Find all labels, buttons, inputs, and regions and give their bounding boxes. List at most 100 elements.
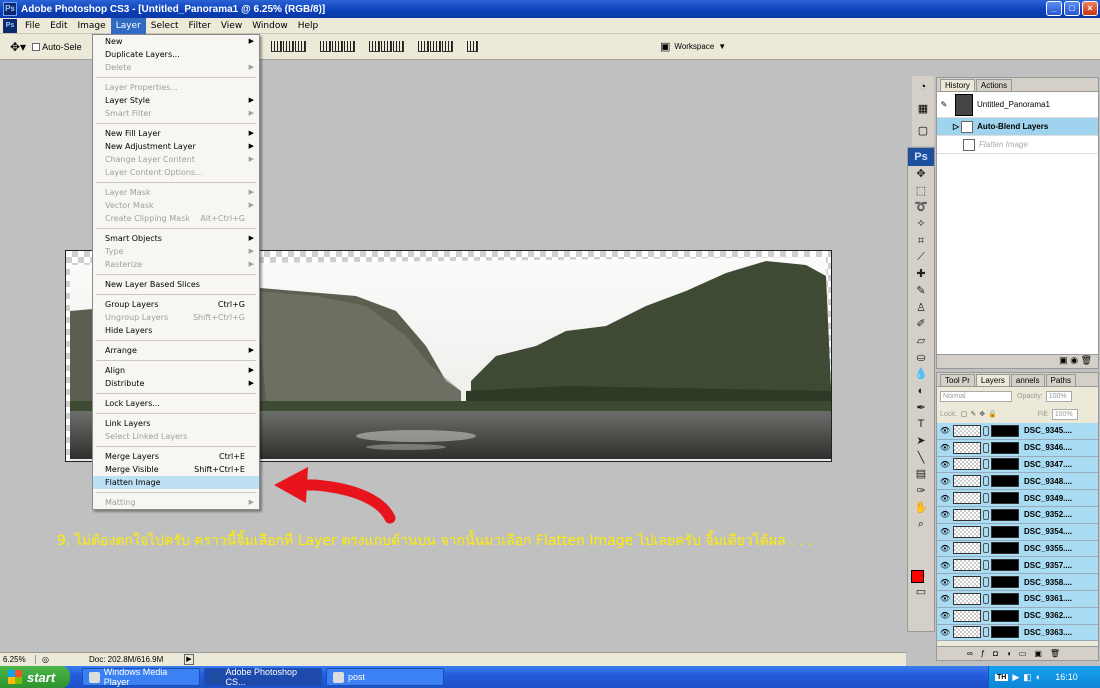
menu-item-align[interactable]: Align ▶ (93, 364, 259, 377)
layer-mask-thumbnail[interactable] (991, 542, 1019, 555)
move-tool-icon[interactable]: ✥ (908, 166, 934, 183)
menu-view[interactable]: View (216, 18, 247, 34)
layer-mask-thumbnail[interactable] (991, 592, 1019, 605)
new-layer-icon[interactable]: ▣ (1034, 649, 1050, 658)
marquee-tool-icon[interactable]: ⬚ (908, 183, 934, 200)
mask-link-icon[interactable] (983, 459, 989, 470)
visibility-eye-icon[interactable]: 👁 (937, 578, 953, 587)
menu-item-lock-layers[interactable]: Lock Layers... (93, 397, 259, 410)
mask-link-icon[interactable] (983, 509, 989, 520)
menu-item-flatten-image[interactable]: Flatten Image (93, 476, 259, 489)
foreground-color-swatch[interactable] (911, 570, 924, 583)
distribute-top-icon[interactable] (369, 41, 381, 52)
eraser-tool-icon[interactable]: ▱ (908, 333, 934, 350)
layer-row[interactable]: 👁 DSC_9355.... (937, 540, 1098, 558)
menu-edit[interactable]: Edit (45, 18, 72, 34)
visibility-eye-icon[interactable]: 👁 (937, 460, 953, 469)
layer-row[interactable]: 👁 DSC_9347.... (937, 456, 1098, 474)
lock-icons[interactable]: ▢✎✥🔒 (961, 410, 1000, 418)
trash-icon[interactable]: 🗑 (1081, 355, 1092, 365)
menu-filter[interactable]: Filter (184, 18, 216, 34)
auto-align-layers-icon[interactable] (467, 41, 479, 52)
history-snapshot[interactable]: ✎ Untitled_Panorama1 (937, 92, 1098, 118)
mask-link-icon[interactable] (983, 543, 989, 554)
adjustment-layer-icon[interactable]: ◑ (1006, 649, 1019, 658)
layer-mask-thumbnail[interactable] (991, 441, 1019, 454)
visibility-eye-icon[interactable]: 👁 (937, 477, 953, 486)
dodge-tool-icon[interactable]: ◐ (908, 383, 934, 400)
layer-style-icon[interactable]: ƒ (981, 649, 993, 658)
mask-link-icon[interactable] (983, 493, 989, 504)
tab-paths[interactable]: Paths (1045, 374, 1076, 386)
path-selection-tool-icon[interactable]: ➤ (908, 433, 934, 450)
eyedropper-tool-icon[interactable]: ✑ (908, 483, 934, 500)
paint-bucket-tool-icon[interactable]: ⛀ (908, 350, 934, 367)
layer-row[interactable]: 👁 DSC_9345.... (937, 423, 1098, 440)
clone-stamp-tool-icon[interactable]: ♙ (908, 300, 934, 317)
align-vcenter-icon[interactable] (283, 41, 295, 52)
type-tool-icon[interactable]: T (908, 416, 934, 433)
auto-select-checkbox[interactable]: Auto-Sele (32, 42, 82, 52)
mask-link-icon[interactable] (983, 560, 989, 571)
menu-item-distribute[interactable]: Distribute ▶ (93, 377, 259, 390)
trash-icon[interactable]: 🗑 (1050, 649, 1068, 658)
align-left-icon[interactable] (320, 41, 332, 52)
tray-volume-icon[interactable]: ◐ (1036, 672, 1041, 682)
fill-input[interactable]: 100% (1051, 408, 1078, 420)
status-menu-arrow-icon[interactable]: ▶ (184, 654, 194, 665)
visibility-eye-icon[interactable]: 👁 (937, 527, 953, 536)
add-mask-icon[interactable]: ◘ (993, 649, 1006, 658)
maximize-button[interactable]: □ (1064, 1, 1080, 16)
opacity-input[interactable]: 100% (1045, 390, 1072, 402)
mask-link-icon[interactable] (983, 526, 989, 537)
tray-network-icon[interactable]: ◧ (1023, 672, 1032, 683)
layer-mask-thumbnail[interactable] (991, 492, 1019, 505)
tab-layers[interactable]: Layers (975, 374, 1010, 386)
visibility-eye-icon[interactable]: 👁 (937, 611, 953, 620)
menu-item-new-adjustment-layer[interactable]: New Adjustment Layer ▶ (93, 140, 259, 153)
mask-link-icon[interactable] (983, 610, 989, 621)
move-tool-icon[interactable]: ✥▾ (10, 40, 26, 54)
layer-mask-thumbnail[interactable] (991, 576, 1019, 589)
layer-row[interactable]: 👁 DSC_9349.... (937, 490, 1098, 507)
menu-item-link-layers[interactable]: Link Layers (93, 417, 259, 430)
layer-mask-thumbnail[interactable] (991, 626, 1019, 639)
crop-tool-icon[interactable]: ⌗ (908, 233, 934, 250)
link-layers-icon[interactable]: ∞ (967, 649, 981, 658)
menu-item-merge-visible[interactable]: Merge Visible Shift+Ctrl+E (93, 463, 259, 476)
mask-link-icon[interactable] (983, 627, 989, 638)
zoom-tool-icon[interactable]: ⌕ (908, 516, 934, 533)
history-state[interactable]: Flatten Image (937, 136, 1098, 154)
layer-row[interactable]: 👁 DSC_9363.... (937, 624, 1098, 642)
layer-row[interactable]: 👁 DSC_9358.... (937, 574, 1098, 591)
info-icon[interactable]: ▢ (912, 120, 934, 142)
mask-link-icon[interactable] (983, 593, 989, 604)
lasso-tool-icon[interactable]: ➰ (908, 199, 934, 216)
visibility-eye-icon[interactable]: 👁 (937, 628, 953, 637)
hand-tool-icon[interactable]: ✋ (908, 500, 934, 517)
new-document-from-state-icon[interactable]: ▣ (1059, 355, 1068, 365)
menu-item-new-layer-based-slices[interactable]: New Layer Based Slices (93, 278, 259, 291)
tab-history[interactable]: History (940, 79, 975, 91)
magic-wand-tool-icon[interactable]: ✧ (908, 216, 934, 233)
layer-mask-thumbnail[interactable] (991, 424, 1019, 437)
visibility-eye-icon[interactable]: 👁 (937, 544, 953, 553)
layer-mask-thumbnail[interactable] (991, 508, 1019, 521)
start-button[interactable]: start (0, 666, 70, 688)
menu-item-merge-layers[interactable]: Merge Layers Ctrl+E (93, 450, 259, 463)
mask-link-icon[interactable] (983, 577, 989, 588)
close-button[interactable]: × (1082, 1, 1098, 16)
layer-mask-thumbnail[interactable] (991, 609, 1019, 622)
tab-channels[interactable]: annels (1010, 374, 1045, 386)
visibility-eye-icon[interactable]: 👁 (937, 594, 953, 603)
menu-item-arrange[interactable]: Arrange ▶ (93, 344, 259, 357)
navigator-icon[interactable]: ◔ (912, 76, 934, 98)
line-tool-icon[interactable]: ╲ (908, 450, 934, 467)
menu-select[interactable]: Select (146, 18, 184, 34)
layer-mask-thumbnail[interactable] (991, 525, 1019, 538)
layer-mask-thumbnail[interactable] (991, 559, 1019, 572)
visibility-eye-icon[interactable]: 👁 (937, 494, 953, 503)
layer-row[interactable]: 👁 DSC_9348.... (937, 473, 1098, 491)
task-photoshop[interactable]: Adobe Photoshop CS... (204, 667, 322, 687)
menu-item-hide-layers[interactable]: Hide Layers (93, 324, 259, 337)
